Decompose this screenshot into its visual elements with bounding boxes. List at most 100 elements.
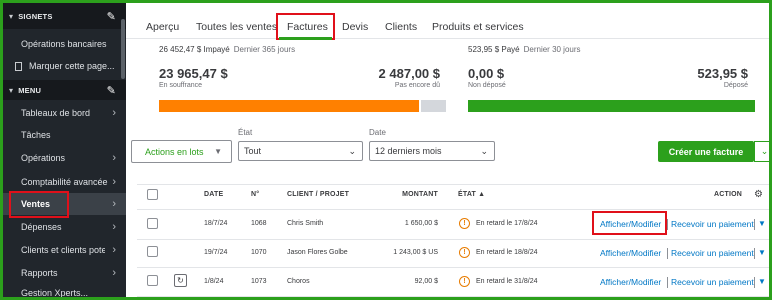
sidebar-item-label: Opérations xyxy=(21,153,66,163)
sidebar-item-marquer-page[interactable]: Marquer cette page... xyxy=(3,55,126,77)
row-checkbox[interactable] xyxy=(147,218,158,229)
sidebar-item-label: Tâches xyxy=(21,130,51,140)
status-select[interactable]: Tout ⌄ xyxy=(238,141,363,161)
sidebar-item-label: Clients et clients poten xyxy=(21,245,105,255)
overdue-amount: 23 965,47 $ xyxy=(159,66,228,81)
notdue-bar[interactable] xyxy=(421,100,446,112)
action-divider xyxy=(667,248,668,259)
sidebar-item-operations[interactable]: Opérations › xyxy=(3,147,126,169)
chevron-right-icon: › xyxy=(112,244,116,256)
tab-clients[interactable]: Clients xyxy=(385,21,417,33)
create-invoice-button[interactable]: Créer une facture xyxy=(658,141,754,162)
view-edit-link[interactable]: Afficher/Modifier xyxy=(600,248,661,258)
batch-actions-button[interactable]: Actions en lots ▼ xyxy=(131,140,232,163)
view-edit-link[interactable]: Afficher/Modifier xyxy=(600,277,661,287)
deposited-amount: 523,95 $ xyxy=(697,66,748,81)
sidebar-item-clients[interactable]: Clients et clients poten › xyxy=(3,239,126,261)
row-action-dropdown[interactable]: ▼ xyxy=(758,277,766,286)
tab-toutes-les-ventes[interactable]: Toutes les ventes xyxy=(196,21,277,33)
ventes-highlight-box xyxy=(9,191,69,218)
chevron-down-icon: ⌄ xyxy=(348,145,356,156)
date-select-value: 12 derniers mois xyxy=(375,146,442,156)
receive-payment-link[interactable]: Recevoir un paiement xyxy=(671,248,754,258)
chevron-right-icon: › xyxy=(112,221,116,233)
sidebar-item-label: Rapports xyxy=(21,268,58,278)
chevron-right-icon: › xyxy=(112,152,116,164)
row-number: 1068 xyxy=(251,220,267,227)
row-date: 1/8/24 xyxy=(204,278,224,285)
overdue-bar[interactable] xyxy=(159,100,419,112)
unpaid-summary-line: 26 452,47 $ Impayé Dernier 365 jours xyxy=(159,45,295,54)
create-invoice-dropdown[interactable]: ⌄ xyxy=(754,141,769,162)
chevron-down-icon: ⌄ xyxy=(760,146,769,156)
signets-header[interactable]: ▾ SIGNETS ✎ xyxy=(3,3,126,29)
chevron-down-icon: ▾ xyxy=(9,11,14,21)
row-checkbox[interactable] xyxy=(147,275,158,286)
header-number[interactable]: N° xyxy=(251,191,259,198)
date-select[interactable]: 12 derniers mois ⌄ xyxy=(369,141,495,161)
header-customer[interactable]: CLIENT / PROJET xyxy=(287,191,349,198)
row-divider xyxy=(137,239,769,240)
sidebar-item-tableaux-de-bord[interactable]: Tableaux de bord › xyxy=(3,102,126,124)
pencil-icon[interactable]: ✎ xyxy=(107,10,116,23)
notdue-amount: 2 487,00 $ xyxy=(378,66,440,81)
row-status: En retard le 17/8/24 xyxy=(476,220,538,227)
menu-title: MENU xyxy=(18,85,42,95)
date-filter-label: Date xyxy=(369,128,386,137)
bookmark-icon xyxy=(15,61,22,71)
warning-icon: ! xyxy=(459,276,470,287)
factures-highlight-box xyxy=(276,13,335,40)
header-date[interactable]: DATE xyxy=(204,191,223,198)
status-select-value: Tout xyxy=(244,146,262,156)
header-action: ACTION xyxy=(713,191,742,198)
undeposited-label: Non déposé xyxy=(468,82,506,89)
sidebar-item-gestion[interactable]: Gestion Xperts... xyxy=(3,286,126,297)
chevron-down-icon: ▾ xyxy=(9,85,14,95)
tab-produits-et-services[interactable]: Produits et services xyxy=(432,21,524,33)
tab-apercu[interactable]: Aperçu xyxy=(146,21,179,33)
paid-total: 523,95 $ Payé xyxy=(468,45,520,54)
row-action-dropdown[interactable]: ▼ xyxy=(758,248,766,257)
row-status: En retard le 18/8/24 xyxy=(476,249,538,256)
chevron-right-icon: › xyxy=(112,198,116,210)
batch-actions-label: Actions en lots xyxy=(145,146,204,157)
chevron-right-icon: › xyxy=(112,107,116,119)
recurring-icon: ↻ xyxy=(174,274,187,287)
active-tab-indicator xyxy=(279,37,332,40)
select-all-checkbox[interactable] xyxy=(147,189,158,200)
chevron-down-icon: ⌄ xyxy=(480,145,488,156)
action-divider xyxy=(754,248,755,259)
signets-title: SIGNETS xyxy=(18,11,53,21)
pencil-icon[interactable]: ✎ xyxy=(107,84,116,97)
sidebar-item-depenses[interactable]: Dépenses › xyxy=(3,216,126,238)
header-status[interactable]: ÉTAT ▲ xyxy=(458,191,485,198)
receive-payment-link[interactable]: Recevoir un paiement xyxy=(671,219,754,229)
row-action-dropdown[interactable]: ▼ xyxy=(758,219,766,228)
action-divider xyxy=(754,277,755,288)
warning-icon: ! xyxy=(459,247,470,258)
sidebar-item-operations-bancaires[interactable]: Opérations bancaires xyxy=(3,33,126,55)
paid-summary-line: 523,95 $ Payé Dernier 30 jours xyxy=(468,45,581,54)
warning-icon: ! xyxy=(459,218,470,229)
row-number: 1070 xyxy=(251,249,267,256)
table-top-divider xyxy=(137,184,769,185)
header-amount[interactable]: MONTANT xyxy=(402,191,438,198)
row-status: En retard le 31/8/24 xyxy=(476,278,538,285)
undeposited-amount: 0,00 $ xyxy=(468,66,505,81)
receive-payment-link[interactable]: Recevoir un paiement xyxy=(671,277,754,287)
menu-header[interactable]: ▾ MENU ✎ xyxy=(3,80,126,100)
tab-devis[interactable]: Devis xyxy=(342,21,368,33)
sidebar-item-taches[interactable]: Tâches xyxy=(3,124,126,146)
sidebar: ▾ SIGNETS ✎ Opérations bancaires Marquer… xyxy=(3,3,126,297)
gear-icon[interactable]: ⚙ xyxy=(754,189,763,200)
sidebar-item-rapports[interactable]: Rapports › xyxy=(3,262,126,284)
sidebar-item-label: Dépenses xyxy=(21,222,62,232)
sidebar-item-comptabilite-avancee[interactable]: Comptabilité avancée › xyxy=(3,171,126,193)
status-filter-label: État xyxy=(238,128,253,137)
row-checkbox[interactable] xyxy=(147,246,158,257)
deposited-bar[interactable] xyxy=(468,100,755,112)
unpaid-period: Dernier 365 jours xyxy=(233,45,296,54)
tab-bar: Aperçu Toutes les ventes Factures Devis … xyxy=(126,3,769,39)
row-divider xyxy=(137,267,769,268)
paid-period: Dernier 30 jours xyxy=(523,45,581,54)
